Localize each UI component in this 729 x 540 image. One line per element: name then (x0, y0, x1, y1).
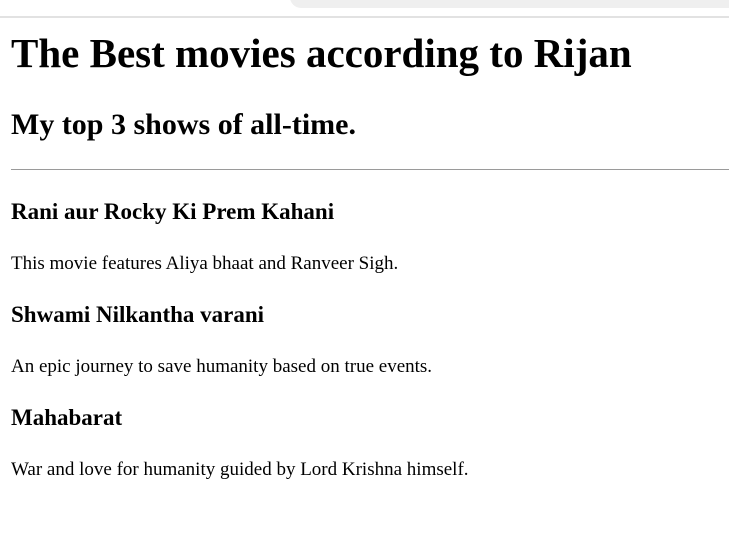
section-divider (11, 169, 729, 170)
address-bar[interactable] (290, 0, 729, 8)
movie-description-2: An epic journey to save humanity based o… (11, 356, 433, 377)
page-subtitle: My top 3 shows of all-time. (11, 108, 356, 141)
page-title: The Best movies according to Rijan (11, 30, 632, 76)
browser-top-bar (0, 0, 729, 18)
movie-title-2: Shwami Nilkantha varani (11, 302, 265, 327)
movie-title-3: Mahabarat (11, 405, 123, 430)
movie-title-1: Rani aur Rocky Ki Prem Kahani (11, 199, 335, 224)
movie-description-3: War and love for humanity guided by Lord… (11, 459, 469, 480)
movie-description-1: This movie features Aliya bhaat and Ranv… (11, 253, 399, 274)
